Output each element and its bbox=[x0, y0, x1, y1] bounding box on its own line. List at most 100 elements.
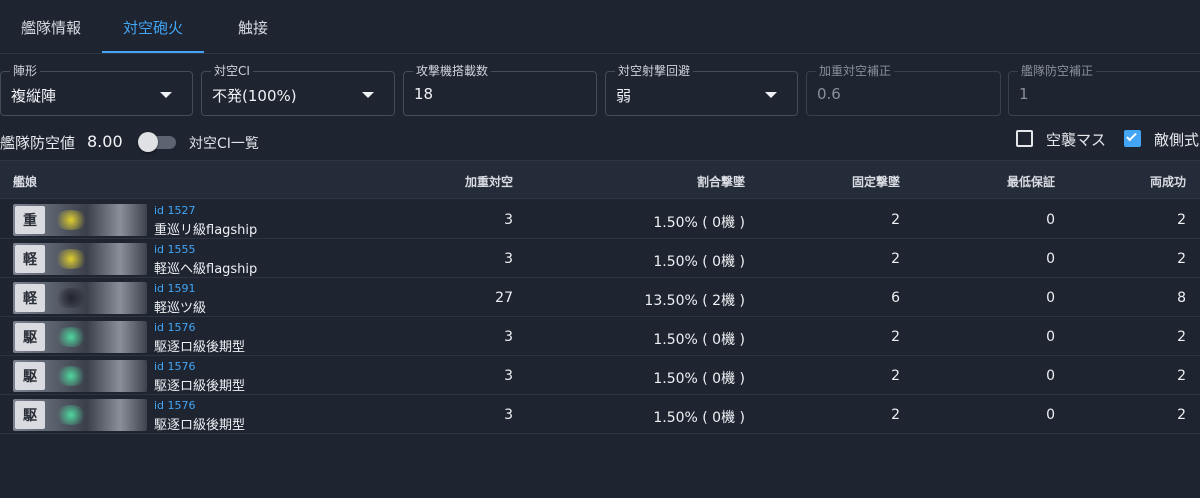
proportional-shootdown-value: 1.50% ( 0機 ) bbox=[653, 215, 745, 231]
formation-select[interactable]: 陣形 複縦陣 bbox=[0, 63, 193, 116]
enemy-name: 駆逐ロ級後期型 bbox=[154, 340, 246, 355]
ship-type-badge: 駆 bbox=[15, 362, 45, 390]
enemy-id-link[interactable]: id 1576 bbox=[154, 321, 196, 334]
ship-silhouette bbox=[53, 249, 89, 269]
fleet-defense-label: 艦隊防空値 bbox=[0, 134, 76, 152]
weighted-correction-field: 加重対空補正 0.6 bbox=[806, 63, 1001, 116]
chevron-down-icon bbox=[362, 92, 374, 98]
minimum-guarantee-value: 0 bbox=[1046, 329, 1055, 345]
formation-value: 複縦陣 bbox=[11, 87, 57, 105]
both-success-value: 8 bbox=[1177, 290, 1186, 306]
fleet-defense-value: 8.00 bbox=[87, 132, 123, 151]
ship-banner-image: 駆 bbox=[13, 360, 147, 392]
both-success-value: 2 bbox=[1177, 368, 1186, 384]
chevron-down-icon bbox=[160, 92, 172, 98]
weighted-aa-value: 3 bbox=[504, 329, 513, 345]
header-ship: 艦娘 bbox=[13, 175, 38, 189]
ship-type-badge: 軽 bbox=[15, 284, 45, 312]
active-tab-indicator bbox=[102, 51, 204, 53]
weighted-aa-value: 3 bbox=[504, 407, 513, 423]
toggle-thumb[interactable] bbox=[138, 132, 158, 152]
aaci-label: 対空CI bbox=[211, 63, 253, 79]
minimum-guarantee-value: 0 bbox=[1046, 407, 1055, 423]
ship-silhouette bbox=[53, 405, 89, 425]
header-both[interactable]: 両成功 bbox=[1150, 173, 1186, 190]
weighted-aa-value: 27 bbox=[495, 290, 513, 306]
ship-type-badge: 重 bbox=[15, 206, 45, 234]
fixed-shootdown-value: 6 bbox=[891, 290, 900, 306]
enemy-side-label: 敵側式 bbox=[1154, 131, 1200, 149]
tab-bar: 艦隊情報 対空砲火 触接 bbox=[0, 0, 1200, 54]
enemy-name: 駆逐ロ級後期型 bbox=[154, 418, 246, 433]
evasion-label: 対空射撃回避 bbox=[615, 63, 694, 79]
proportional-shootdown-value: 1.50% ( 0機 ) bbox=[653, 254, 745, 270]
table-row[interactable]: 駆 id 1576 駆逐ロ級後期型 3 1.50% ( 0機 ) 2 0 2 bbox=[0, 317, 1200, 356]
weighted-aa-value: 3 bbox=[504, 368, 513, 384]
proportional-shootdown-value: 1.50% ( 0機 ) bbox=[653, 371, 745, 387]
table-row[interactable]: 軽 id 1591 軽巡ツ級 27 13.50% ( 2機 ) 6 0 8 bbox=[0, 278, 1200, 317]
tab-fleet-info[interactable]: 艦隊情報 bbox=[0, 0, 102, 54]
air-raid-checkbox[interactable] bbox=[1016, 130, 1033, 147]
header-weighted[interactable]: 加重対空 bbox=[465, 173, 513, 190]
minimum-guarantee-value: 0 bbox=[1046, 368, 1055, 384]
table-row[interactable]: 駆 id 1576 駆逐ロ級後期型 3 1.50% ( 0機 ) 2 0 2 bbox=[0, 356, 1200, 395]
fixed-shootdown-value: 2 bbox=[891, 212, 900, 228]
ship-banner-image: 軽 bbox=[13, 282, 147, 314]
ship-banner-image: 重 bbox=[13, 204, 147, 236]
weighted-correction-label: 加重対空補正 bbox=[816, 63, 895, 79]
evasion-select[interactable]: 対空射撃回避 弱 bbox=[605, 63, 798, 116]
weighted-aa-value: 3 bbox=[504, 251, 513, 267]
ship-banner-image: 駆 bbox=[13, 399, 147, 431]
ship-type-badge: 軽 bbox=[15, 245, 45, 273]
both-success-value: 2 bbox=[1177, 407, 1186, 423]
air-raid-label: 空襲マス bbox=[1046, 131, 1107, 149]
aaci-value: 不発(100%) bbox=[212, 87, 297, 105]
enemy-id-link[interactable]: id 1527 bbox=[154, 204, 196, 217]
proportional-shootdown-value: 1.50% ( 0機 ) bbox=[653, 410, 745, 426]
attacker-count-input[interactable]: 攻撃機搭載数 18 bbox=[403, 63, 597, 116]
fleet-correction-field: 艦隊防空補正 1 bbox=[1008, 63, 1200, 116]
fixed-shootdown-value: 2 bbox=[891, 368, 900, 384]
enemy-name: 重巡リ級flagship bbox=[154, 223, 258, 238]
ship-silhouette bbox=[53, 366, 89, 386]
ship-silhouette bbox=[53, 210, 89, 230]
aaci-list-label: 対空CI一覧 bbox=[189, 136, 259, 152]
tab-contact[interactable]: 触接 bbox=[204, 0, 302, 54]
enemy-id-link[interactable]: id 1576 bbox=[154, 360, 196, 373]
enemy-name: 軽巡ヘ級flagship bbox=[154, 262, 258, 277]
table-row[interactable]: 軽 id 1555 軽巡ヘ級flagship 3 1.50% ( 0機 ) 2 0 2 bbox=[0, 239, 1200, 278]
enemy-id-link[interactable]: id 1555 bbox=[154, 243, 196, 256]
both-success-value: 2 bbox=[1177, 329, 1186, 345]
proportional-shootdown-value: 13.50% ( 2機 ) bbox=[644, 293, 745, 309]
header-proportional[interactable]: 割合撃墜 bbox=[697, 173, 745, 190]
aaci-select[interactable]: 対空CI 不発(100%) bbox=[201, 63, 395, 116]
enemy-side-checkbox[interactable] bbox=[1124, 130, 1141, 147]
ship-silhouette bbox=[53, 327, 89, 347]
table-header: 艦娘 加重対空 割合撃墜 固定撃墜 最低保証 両成功 bbox=[0, 160, 1200, 199]
fleet-correction-label: 艦隊防空補正 bbox=[1018, 63, 1097, 79]
header-fixed[interactable]: 固定撃墜 bbox=[852, 173, 900, 190]
fixed-shootdown-value: 2 bbox=[891, 407, 900, 423]
table-row[interactable]: 駆 id 1576 駆逐ロ級後期型 3 1.50% ( 0機 ) 2 0 2 bbox=[0, 395, 1200, 434]
both-success-value: 2 bbox=[1177, 251, 1186, 267]
minimum-guarantee-value: 0 bbox=[1046, 290, 1055, 306]
enemy-name: 駆逐ロ級後期型 bbox=[154, 379, 246, 394]
fleet-correction-value: 1 bbox=[1019, 85, 1029, 103]
minimum-guarantee-value: 0 bbox=[1046, 251, 1055, 267]
check-icon bbox=[1126, 130, 1137, 142]
header-minimum[interactable]: 最低保証 bbox=[1007, 173, 1055, 190]
fixed-shootdown-value: 2 bbox=[891, 329, 900, 345]
table-row[interactable]: 重 id 1527 重巡リ級flagship 3 1.50% ( 0機 ) 2 0 2 bbox=[0, 200, 1200, 239]
tab-anti-air-fire[interactable]: 対空砲火 bbox=[102, 0, 204, 54]
attacker-count-label: 攻撃機搭載数 bbox=[413, 63, 492, 79]
fixed-shootdown-value: 2 bbox=[891, 251, 900, 267]
both-success-value: 2 bbox=[1177, 212, 1186, 228]
enemy-name: 軽巡ツ級 bbox=[154, 301, 207, 316]
formation-label: 陣形 bbox=[10, 63, 41, 79]
enemy-id-link[interactable]: id 1576 bbox=[154, 399, 196, 412]
weighted-aa-value: 3 bbox=[504, 212, 513, 228]
enemy-id-link[interactable]: id 1591 bbox=[154, 282, 196, 295]
ship-silhouette bbox=[53, 288, 89, 308]
evasion-value: 弱 bbox=[616, 87, 632, 105]
ship-type-badge: 駆 bbox=[15, 401, 45, 429]
